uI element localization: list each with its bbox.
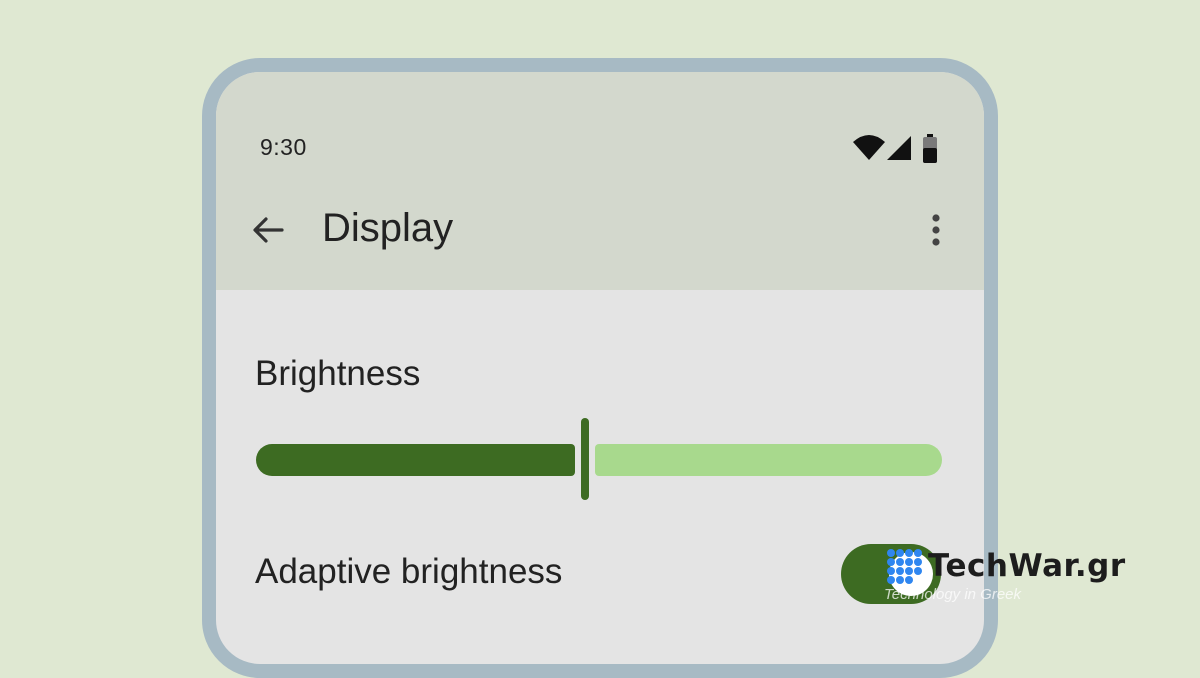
adaptive-brightness-label: Adaptive brightness (255, 552, 563, 591)
cell-signal-icon (887, 136, 911, 160)
page-title: Display (322, 206, 454, 250)
slider-thumb[interactable] (581, 418, 589, 500)
status-time: 9:30 (260, 134, 307, 160)
top-app-bar: 9:30 Display (216, 72, 984, 290)
slider-track-active[interactable] (256, 444, 575, 476)
watermark: TechWar.gr Technology in Greek (884, 546, 1184, 608)
slider-track-inactive[interactable] (595, 444, 942, 476)
brightness-slider[interactable] (256, 418, 942, 504)
brightness-label: Brightness (255, 354, 421, 393)
phone-frame: 9:30 Display Brightness Adaptive brightn… (202, 58, 998, 678)
watermark-text: TechWar.gr (928, 548, 1126, 584)
wifi-icon (853, 135, 885, 160)
battery-icon (923, 134, 937, 163)
more-vert-icon[interactable] (924, 212, 948, 248)
status-icons (852, 134, 942, 164)
techwar-logo-icon (887, 549, 922, 584)
watermark-tagline: Technology in Greek (884, 586, 1022, 603)
arrow-back-icon[interactable] (250, 212, 286, 248)
